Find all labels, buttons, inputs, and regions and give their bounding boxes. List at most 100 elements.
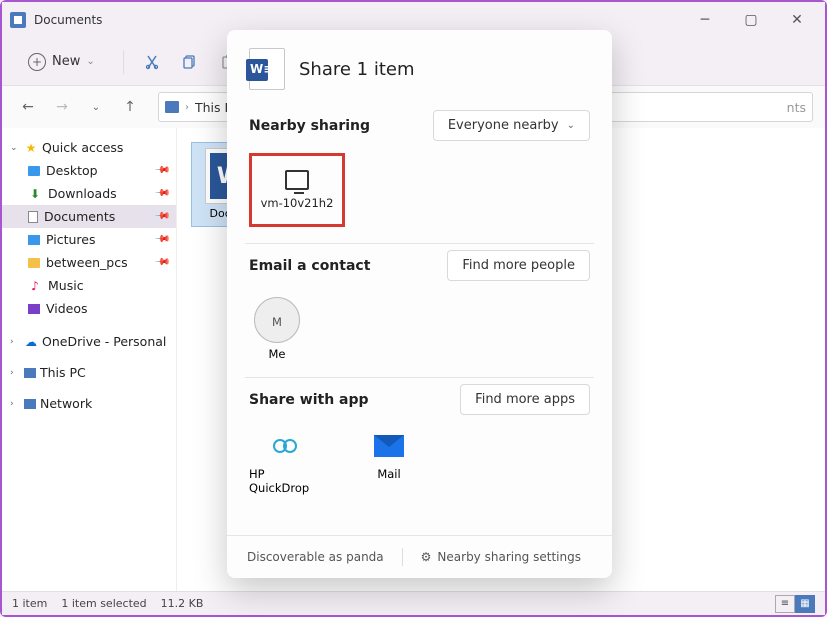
- window-controls: ─ ▢ ✕: [695, 10, 817, 30]
- find-apps-button[interactable]: Find more apps: [460, 384, 590, 415]
- share-footer: Discoverable as panda ⚙ Nearby sharing s…: [227, 535, 612, 578]
- sidebar-item-music[interactable]: ♪ Music: [2, 274, 176, 297]
- find-apps-label: Find more apps: [475, 392, 575, 407]
- avatar-initial: M: [272, 315, 282, 329]
- pin-icon: 📌: [153, 162, 170, 179]
- window-title: Documents: [34, 13, 102, 27]
- share-header: W≡ Share 1 item: [227, 30, 612, 104]
- cut-button[interactable]: [142, 52, 162, 72]
- pin-icon: 📌: [153, 231, 170, 248]
- sidebar-item-desktop[interactable]: Desktop 📌: [2, 159, 176, 182]
- selected-count: 1 item selected: [61, 597, 146, 610]
- network-label: Network: [40, 396, 92, 411]
- footer-divider: [402, 548, 403, 566]
- status-bar: 1 item 1 item selected 11.2 KB ≡ ▦: [2, 591, 825, 615]
- quick-access-label: Quick access: [42, 140, 123, 155]
- chevron-down-icon: ⌄: [567, 120, 575, 131]
- contact-me[interactable]: M Me: [249, 297, 305, 361]
- onedrive-icon: ☁: [24, 335, 38, 349]
- icons-view-button[interactable]: ▦: [795, 595, 815, 613]
- network-header[interactable]: › Network: [2, 392, 176, 415]
- document-icon: [28, 211, 38, 223]
- chevron-down-icon: ⌄: [86, 56, 94, 67]
- nearby-device[interactable]: vm-10v21h2: [249, 153, 345, 227]
- app-label: Mail: [377, 467, 400, 481]
- sidebar-item-label: Videos: [46, 301, 88, 316]
- this-pc-label: This PC: [40, 365, 86, 380]
- sidebar-item-label: between_pcs: [46, 255, 128, 270]
- plus-icon: +: [28, 53, 46, 71]
- nearby-settings-link[interactable]: ⚙ Nearby sharing settings: [421, 550, 581, 564]
- word-document-icon: W≡: [249, 48, 285, 90]
- new-button[interactable]: + New ⌄: [18, 49, 105, 75]
- find-people-button[interactable]: Find more people: [447, 250, 590, 281]
- pin-icon: 📌: [153, 185, 170, 202]
- email-contact-label: Email a contact: [249, 258, 370, 274]
- item-count: 1 item: [12, 597, 47, 610]
- pc-icon: [165, 101, 179, 113]
- app-label: HP QuickDrop: [249, 467, 321, 495]
- contact-name: Me: [269, 347, 286, 361]
- onedrive-label: OneDrive - Personal: [42, 334, 166, 349]
- chevron-right-icon: ›: [10, 399, 20, 409]
- nearby-sharing-label: Nearby sharing: [249, 118, 370, 134]
- sidebar-item-downloads[interactable]: ⬇ Downloads 📌: [2, 182, 176, 205]
- pictures-icon: [28, 235, 40, 245]
- share-with-app-section: Share with app Find more apps HP QuickDr…: [227, 378, 612, 511]
- this-pc-header[interactable]: › This PC: [2, 361, 176, 384]
- star-icon: ★: [24, 141, 38, 155]
- music-icon: ♪: [28, 279, 42, 293]
- sidebar-item-between-pcs[interactable]: between_pcs 📌: [2, 251, 176, 274]
- up-button[interactable]: ↑: [116, 99, 144, 115]
- chevron-right-icon: ›: [10, 337, 20, 347]
- back-button[interactable]: ←: [14, 99, 42, 115]
- video-icon: [28, 304, 40, 314]
- sidebar-item-videos[interactable]: Videos: [2, 297, 176, 320]
- folder-icon: [28, 258, 40, 268]
- sidebar-item-label: Music: [48, 278, 84, 293]
- minimize-button[interactable]: ─: [695, 10, 715, 30]
- forward-button[interactable]: →: [48, 99, 76, 115]
- share-title: Share 1 item: [299, 59, 415, 80]
- discoverable-status[interactable]: Discoverable as panda: [247, 550, 384, 564]
- discoverable-label: Discoverable as panda: [247, 550, 384, 564]
- network-icon: [24, 399, 36, 409]
- close-button[interactable]: ✕: [787, 10, 807, 30]
- quick-access-header[interactable]: ⌄ ★ Quick access: [2, 136, 176, 159]
- sidebar-item-documents[interactable]: Documents 📌: [2, 205, 176, 228]
- nearby-scope-value: Everyone nearby: [448, 118, 559, 133]
- device-name: vm-10v21h2: [261, 196, 334, 210]
- chevron-down-icon: ⌄: [10, 143, 20, 153]
- share-panel: W≡ Share 1 item Nearby sharing Everyone …: [227, 30, 612, 578]
- pin-icon: 📌: [153, 208, 170, 225]
- desktop-icon: [28, 166, 40, 176]
- computer-icon: [285, 170, 309, 190]
- nearby-sharing-section: Nearby sharing Everyone nearby ⌄ vm-10v2…: [227, 104, 612, 243]
- find-people-label: Find more people: [462, 258, 575, 273]
- app-mail[interactable]: Mail: [353, 431, 425, 495]
- chevron-right-icon: ›: [10, 368, 20, 378]
- explorer-app-icon: [10, 12, 26, 28]
- sidebar-item-label: Pictures: [46, 232, 96, 247]
- share-with-app-label: Share with app: [249, 392, 369, 408]
- sidebar-item-label: Documents: [44, 209, 115, 224]
- sidebar-item-label: Desktop: [46, 163, 98, 178]
- details-view-button[interactable]: ≡: [775, 595, 795, 613]
- new-button-label: New: [52, 54, 80, 69]
- navigation-sidebar: ⌄ ★ Quick access Desktop 📌 ⬇ Downloads 📌…: [2, 128, 177, 591]
- maximize-button[interactable]: ▢: [741, 10, 761, 30]
- sidebar-item-label: Downloads: [48, 186, 117, 201]
- pin-icon: 📌: [153, 254, 170, 271]
- recent-chevron[interactable]: ⌄: [82, 102, 110, 113]
- avatar: M: [254, 297, 300, 343]
- selected-size: 11.2 KB: [161, 597, 204, 610]
- address-tail: nts: [787, 100, 806, 115]
- view-toggle: ≡ ▦: [775, 595, 815, 613]
- copy-button[interactable]: [180, 52, 200, 72]
- nearby-scope-dropdown[interactable]: Everyone nearby ⌄: [433, 110, 590, 141]
- onedrive-header[interactable]: › ☁ OneDrive - Personal: [2, 330, 176, 353]
- toolbar-separator: [123, 50, 124, 74]
- sidebar-item-pictures[interactable]: Pictures 📌: [2, 228, 176, 251]
- mail-icon: [372, 431, 406, 461]
- app-hp-quickdrop[interactable]: HP QuickDrop: [249, 431, 321, 495]
